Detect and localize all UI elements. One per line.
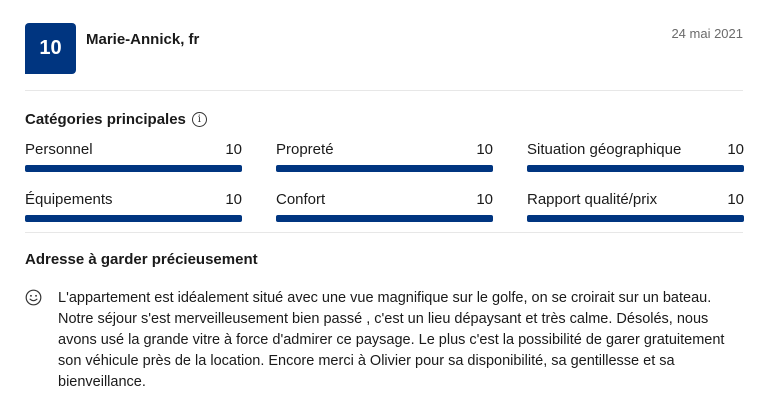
- category-score: 10: [476, 141, 493, 158]
- category-score: 10: [727, 191, 744, 208]
- category-score: 10: [225, 141, 242, 158]
- info-icon[interactable]: i: [191, 112, 207, 127]
- review-title: Adresse à garder précieusement: [25, 251, 258, 268]
- category-equipements: Équipements 10: [25, 191, 242, 222]
- categories-heading: Catégories principales i: [25, 111, 207, 128]
- category-label: Situation géographique: [527, 141, 682, 158]
- category-score: 10: [476, 191, 493, 208]
- reviewer-name: Marie-Annick, fr: [86, 31, 200, 48]
- category-rapport-qualite-prix: Rapport qualité/prix 10: [527, 191, 744, 222]
- review-date: 24 mai 2021: [671, 26, 743, 41]
- category-label: Rapport qualité/prix: [527, 191, 658, 208]
- category-confort: Confort 10: [276, 191, 493, 222]
- category-score: 10: [727, 141, 744, 158]
- category-score: 10: [225, 191, 242, 208]
- category-personnel: Personnel 10: [25, 141, 242, 172]
- category-bar: [276, 215, 493, 222]
- category-bar: [527, 215, 744, 222]
- category-bar: [527, 165, 744, 172]
- review-text: L'appartement est idéalement situé avec …: [58, 290, 725, 390]
- smile-icon: [25, 289, 42, 306]
- category-situation: Situation géographique 10: [527, 141, 744, 172]
- category-label: Équipements: [25, 191, 113, 208]
- category-bar: [25, 215, 242, 222]
- top-divider: [25, 90, 743, 91]
- category-label: Propreté: [276, 141, 334, 158]
- category-proprete: Propreté 10: [276, 141, 493, 172]
- category-label: Confort: [276, 191, 326, 208]
- category-bar: [276, 165, 493, 172]
- middle-divider: [25, 232, 743, 233]
- categories-title: Catégories principales: [25, 111, 186, 128]
- category-bar: [25, 165, 242, 172]
- category-label: Personnel: [25, 141, 93, 158]
- score-badge: 10: [25, 23, 76, 74]
